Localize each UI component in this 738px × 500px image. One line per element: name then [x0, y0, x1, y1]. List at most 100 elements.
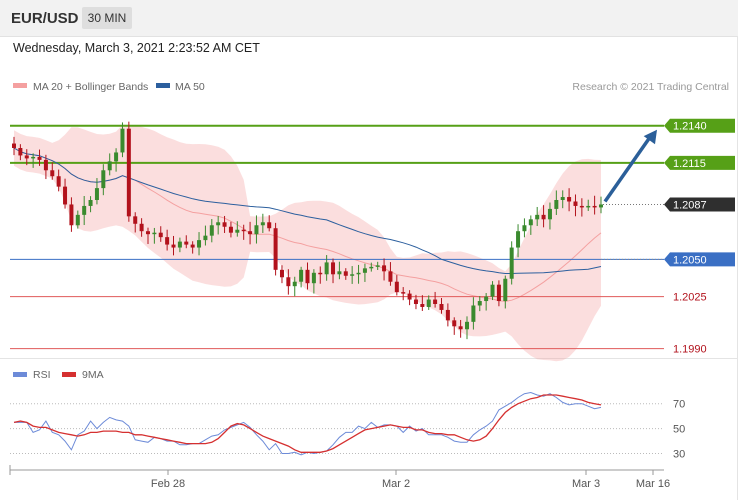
- candle-body: [554, 200, 559, 209]
- candle-body: [547, 208, 552, 220]
- candle-body: [458, 326, 463, 330]
- candle-body: [445, 309, 450, 321]
- candle-body: [101, 170, 106, 189]
- candle-body: [12, 143, 16, 148]
- candle: [126, 121, 131, 222]
- candle-body: [541, 214, 546, 220]
- candle-body: [509, 247, 514, 279]
- candle-body: [273, 228, 278, 270]
- candle-body: [490, 284, 495, 297]
- candle-body: [216, 222, 221, 226]
- candle-body: [228, 226, 233, 233]
- candle-body: [133, 216, 138, 224]
- candle-body: [503, 278, 508, 302]
- candle-body: [560, 197, 565, 200]
- candle-body: [369, 266, 374, 269]
- candle-body: [139, 223, 144, 232]
- candle-body: [184, 241, 189, 245]
- candle-body: [516, 231, 521, 248]
- candle-body: [177, 241, 182, 248]
- candle-body: [567, 197, 572, 202]
- rsi-ma-legend-label: 9MA: [82, 369, 104, 381]
- candle: [509, 241, 514, 285]
- candle-body: [145, 231, 150, 235]
- candle-body: [197, 240, 202, 248]
- candle-body: [24, 155, 29, 159]
- candle-body: [260, 222, 265, 226]
- candle-body: [235, 229, 240, 233]
- level-label: 1.2115: [673, 158, 706, 170]
- candle-body: [331, 262, 336, 275]
- candle-body: [388, 271, 393, 282]
- candle-body: [362, 268, 367, 273]
- candle-body: [37, 156, 42, 160]
- candle-body: [299, 269, 304, 282]
- price-chart[interactable]: MA 20 + Bollinger Bands MA 50 Research ©…: [0, 0, 738, 500]
- candle-body: [56, 176, 61, 187]
- rsi-legend-label: RSI: [33, 369, 51, 381]
- x-tick-label: Mar 2: [382, 478, 410, 490]
- candle-body: [394, 281, 399, 293]
- rsi-line: [14, 391, 602, 456]
- candle-body: [126, 128, 131, 217]
- candle-body: [471, 305, 476, 322]
- candle-body: [311, 272, 316, 284]
- candle-body: [356, 272, 361, 275]
- candle-body: [413, 299, 418, 304]
- candle-body: [203, 235, 208, 241]
- candle-body: [522, 225, 527, 232]
- candle-body: [496, 284, 501, 302]
- candle-body: [375, 265, 380, 267]
- x-tick-label: Mar 3: [572, 478, 600, 490]
- candle-body: [94, 188, 99, 200]
- rsi-legend-swatch: [13, 372, 27, 377]
- candle-body: [120, 128, 125, 153]
- level-label: 1.2087: [673, 199, 707, 211]
- candle-body: [279, 269, 284, 278]
- candle-body: [324, 262, 329, 275]
- candle-body: [382, 265, 387, 272]
- credit-label: Research © 2021 Trading Central: [572, 81, 729, 93]
- rsi-ma-legend-swatch: [62, 372, 76, 377]
- candle-body: [209, 225, 214, 236]
- candle-body: [292, 281, 297, 287]
- level-label: 1.2140: [673, 121, 707, 133]
- candle-body: [433, 299, 438, 304]
- candle-body: [82, 205, 87, 215]
- level-label: 1.2050: [673, 254, 707, 266]
- level-label: 1.2025: [673, 292, 707, 304]
- candle-body: [190, 244, 195, 248]
- candle-body: [88, 200, 93, 206]
- candle-body: [267, 222, 272, 229]
- ma20-legend-label: MA 20 + Bollinger Bands: [33, 81, 148, 93]
- bollinger-band: [14, 124, 601, 362]
- candle-body: [465, 321, 470, 330]
- candle-body: [592, 205, 597, 208]
- ma50-legend-swatch: [156, 83, 170, 88]
- candle-body: [401, 292, 406, 294]
- candle-body: [171, 244, 176, 248]
- candle-body: [107, 161, 112, 171]
- ma50-legend-label: MA 50: [175, 81, 205, 93]
- candle-body: [318, 272, 323, 275]
- candle-body: [18, 148, 23, 156]
- ma20-legend-swatch: [13, 83, 27, 88]
- candle-body: [158, 232, 163, 238]
- candle-body: [31, 156, 36, 159]
- candle-body: [420, 304, 425, 307]
- level-label: 1.1990: [673, 344, 707, 356]
- x-tick-label: Feb 28: [151, 478, 185, 490]
- candle-body: [63, 186, 68, 205]
- candle-body: [426, 299, 431, 307]
- candle-body: [477, 301, 482, 306]
- candle-body: [535, 214, 540, 220]
- candle-body: [350, 274, 355, 276]
- candle-body: [407, 293, 412, 300]
- candle-body: [165, 237, 170, 245]
- rsi-tick-label: 50: [673, 424, 685, 436]
- candle-body: [337, 271, 342, 275]
- candle-body: [75, 214, 80, 226]
- x-tick-label: Mar 16: [636, 478, 670, 490]
- candle-body: [452, 320, 457, 327]
- candle-body: [50, 170, 55, 177]
